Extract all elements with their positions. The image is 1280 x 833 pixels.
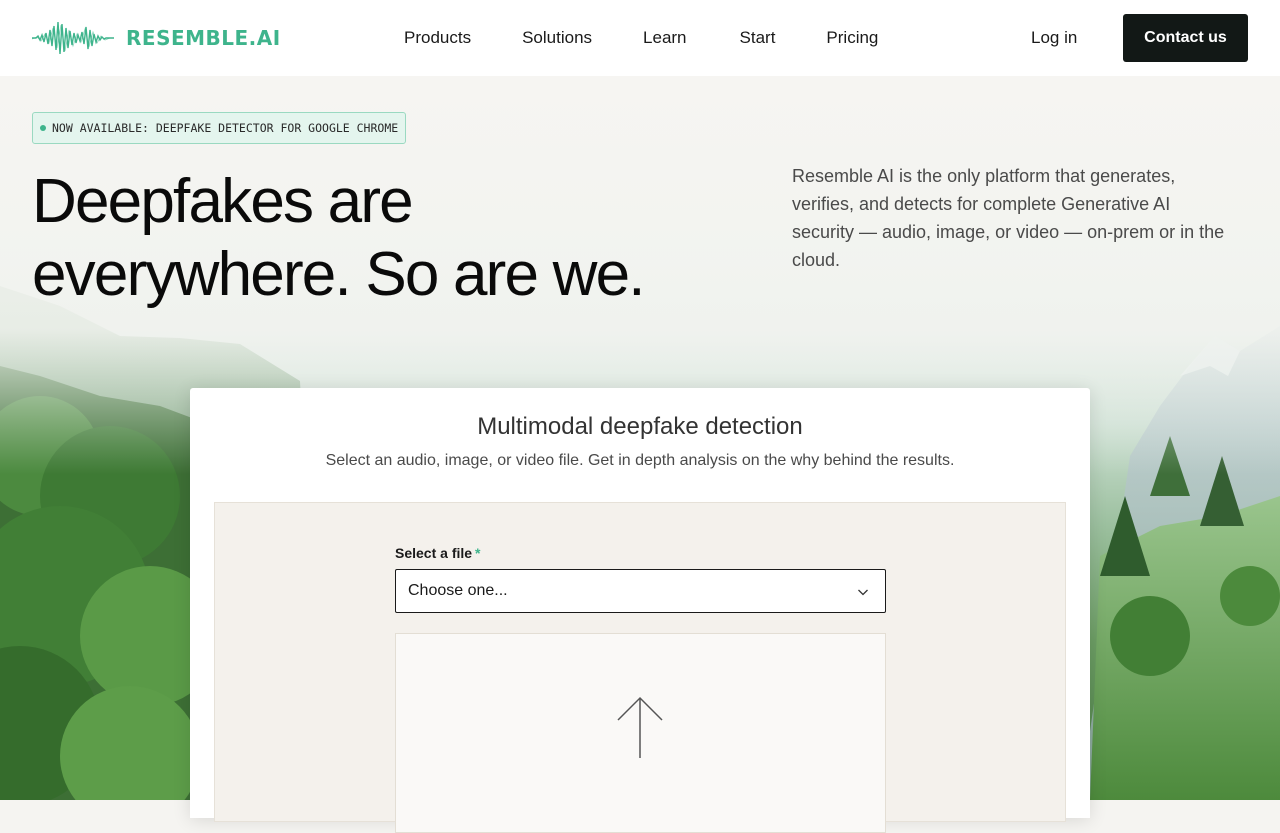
upload-panel: Select a file * Choose one... <box>214 502 1066 833</box>
login-link[interactable]: Log in <box>1031 28 1077 48</box>
waveform-icon <box>32 21 114 55</box>
required-mark: * <box>475 545 481 561</box>
nav-products[interactable]: Products <box>404 28 471 48</box>
upload-arrow-icon <box>617 696 663 758</box>
nav-pricing[interactable]: Pricing <box>826 28 878 48</box>
nav-solutions[interactable]: Solutions <box>522 28 592 48</box>
nav-start[interactable]: Start <box>740 28 776 48</box>
main-nav: Products Solutions Learn Start Pricing <box>404 28 878 48</box>
field-label-text: Select a file <box>395 545 473 561</box>
file-select-label: Select a file * <box>395 545 481 561</box>
nav-learn[interactable]: Learn <box>643 28 686 48</box>
contact-us-button[interactable]: Contact us <box>1123 14 1248 62</box>
file-type-select[interactable]: Choose one... <box>395 569 886 613</box>
card-title: Multimodal deepfake detection <box>477 413 803 440</box>
hero-intro: Resemble AI is the only platform that ge… <box>792 166 1225 270</box>
status-dot-icon <box>40 125 46 131</box>
announcement-badge[interactable]: NOW AVAILABLE: DEEPFAKE DETECTOR FOR GOO… <box>32 112 407 144</box>
file-dropzone[interactable] <box>395 633 886 833</box>
logo-text: RESEMBLE.AI <box>126 26 281 50</box>
detection-card: Multimodal deepfake detection Select an … <box>190 388 1090 833</box>
logo[interactable]: RESEMBLE.AI <box>32 18 281 58</box>
site-header: RESEMBLE.AI Products Solutions Learn Sta… <box>0 0 1280 76</box>
headline-line-2: everywhere. So are we. <box>32 240 646 309</box>
chevron-down-icon <box>858 589 868 596</box>
hero-headline: Deepfakes are everywhere. So are we. <box>32 165 732 311</box>
headline-line-1: Deepfakes are <box>32 167 414 236</box>
card-subtitle: Select an audio, image, or video file. G… <box>325 452 955 469</box>
select-value: Choose one... <box>408 582 508 599</box>
badge-text: NOW AVAILABLE: DEEPFAKE DETECTOR FOR GOO… <box>52 121 399 135</box>
